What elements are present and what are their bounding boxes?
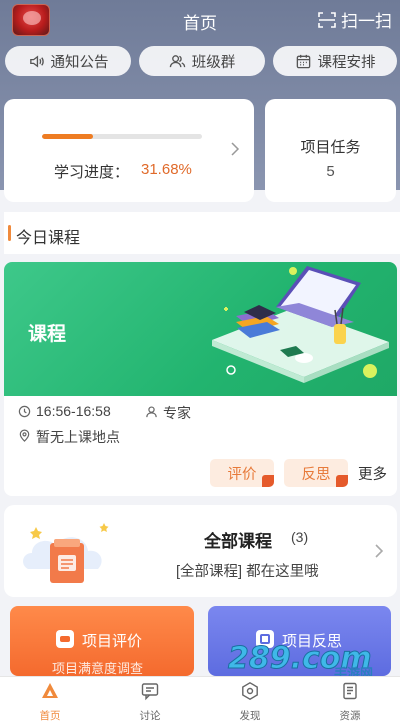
top-bar: 首页 扫一扫 xyxy=(0,0,400,40)
resource-icon xyxy=(343,682,357,700)
badge-icon xyxy=(262,475,274,487)
tab-discussion[interactable]: 讨论 xyxy=(100,677,200,721)
scan-button[interactable]: 扫一扫 xyxy=(317,7,392,32)
tab-home[interactable]: 首页 xyxy=(0,677,100,721)
course-card[interactable]: 课程 16:56-16:58 专家 暂无上课地点 评价 反思 更多 xyxy=(4,262,397,496)
scan-icon xyxy=(318,11,336,28)
badge-icon xyxy=(336,475,348,487)
bottom-tab-bar: 首页 讨论 发现 资源 xyxy=(0,676,400,721)
person-icon xyxy=(146,406,157,418)
progress-label: 学习进度： xyxy=(54,164,130,181)
course-place: 暂无上课地点 xyxy=(36,429,120,445)
more-button[interactable]: 更多 xyxy=(358,463,387,484)
tab-discover[interactable]: 发现 xyxy=(200,677,300,721)
schedule-label: 课程安排 xyxy=(317,54,376,71)
section-accent xyxy=(8,225,11,241)
location-icon xyxy=(19,429,30,442)
all-courses-count: (3) xyxy=(291,529,309,545)
all-courses-card[interactable]: 全部课程 (3) [全部课程] 都在这里哦 xyxy=(4,505,397,597)
clock-icon xyxy=(18,405,31,418)
schedule-button[interactable]: 课程安排 xyxy=(273,46,397,76)
home-icon xyxy=(42,683,58,698)
discover-icon xyxy=(242,681,258,701)
chevron-right-icon xyxy=(375,544,384,558)
project-evaluation-card[interactable]: 项目评价 项目满意度调查 xyxy=(10,606,194,676)
task-title: 项目任务 xyxy=(300,139,361,156)
watermark-logo: 289.com 手游网 xyxy=(222,640,398,683)
course-banner[interactable]: 课程 xyxy=(4,262,397,396)
quick-links: 通知公告 班级群 课程安排 xyxy=(0,46,400,78)
progress-value: 31.68% xyxy=(141,161,192,178)
class-group-button[interactable]: 班级群 xyxy=(139,46,265,76)
evaluation-subtitle: 项目满意度调查 xyxy=(52,661,144,676)
all-courses-title: 全部课程 xyxy=(204,532,272,551)
tab-home-label: 首页 xyxy=(39,710,61,721)
reflect-button[interactable]: 反思 xyxy=(284,459,348,487)
chevron-right-icon xyxy=(231,142,240,156)
class-group-label: 班级群 xyxy=(191,54,236,71)
notice-button[interactable]: 通知公告 xyxy=(5,46,131,76)
tab-resource[interactable]: 资源 xyxy=(300,677,400,721)
evaluate-button[interactable]: 评价 xyxy=(210,459,274,487)
evaluation-title: 项目评价 xyxy=(82,633,143,650)
course-box-icon xyxy=(23,523,109,583)
tab-discussion-label: 讨论 xyxy=(139,710,161,721)
banner-label: 课程 xyxy=(28,324,67,345)
tab-resource-label: 资源 xyxy=(339,710,361,721)
evaluate-label: 评价 xyxy=(227,466,257,483)
discussion-icon xyxy=(141,683,159,701)
progress-bar-fill xyxy=(42,134,93,139)
progress-bar xyxy=(42,134,202,139)
course-teacher: 专家 xyxy=(163,405,191,421)
group-icon xyxy=(169,54,185,67)
task-count: 5 xyxy=(326,163,335,180)
study-progress-card[interactable]: 学习进度： 31.68% xyxy=(4,99,254,202)
scan-label: 扫一扫 xyxy=(341,12,392,31)
all-courses-subtitle: [全部课程] 都在这里哦 xyxy=(176,564,319,580)
tab-discover-label: 发现 xyxy=(239,710,261,721)
section-title: 今日课程 xyxy=(16,230,81,247)
reflect-label: 反思 xyxy=(301,466,331,483)
project-task-card[interactable]: 项目任务 5 xyxy=(265,99,396,202)
course-time: 16:56-16:58 xyxy=(36,403,111,419)
evaluation-icon xyxy=(56,630,74,648)
speaker-icon xyxy=(29,54,44,68)
calendar-icon xyxy=(296,54,310,68)
notice-label: 通知公告 xyxy=(50,54,109,71)
today-course-header: 今日课程 xyxy=(4,212,400,254)
